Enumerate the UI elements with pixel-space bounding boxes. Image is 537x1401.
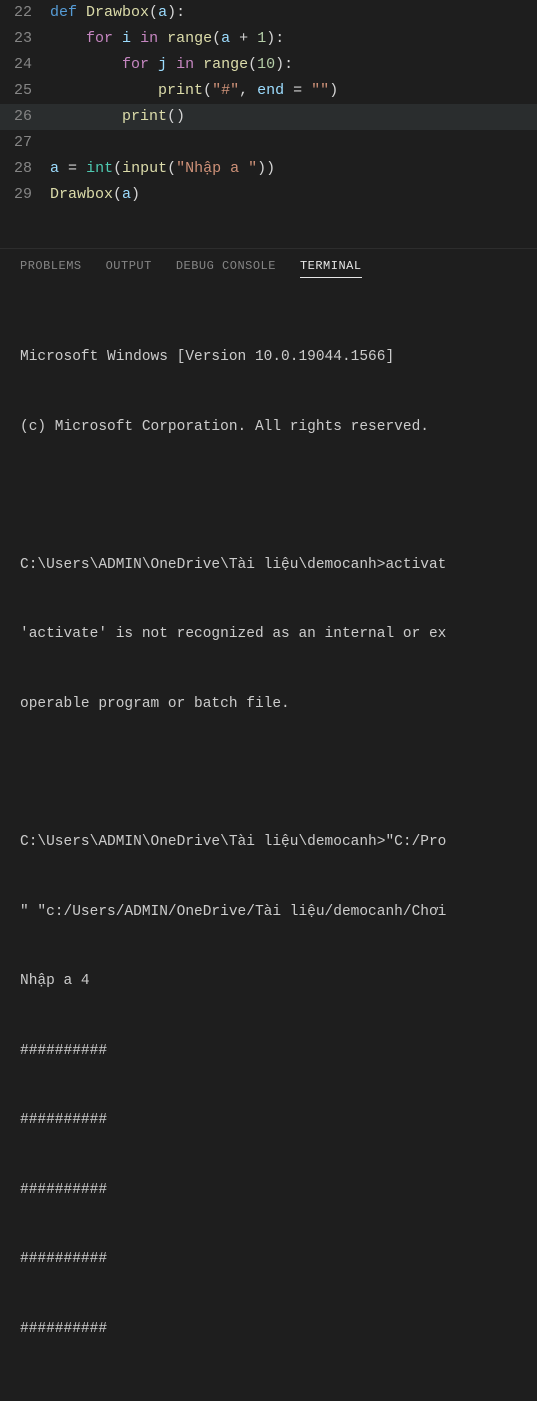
terminal-line: ########## [20, 1248, 517, 1271]
terminal-line: (c) Microsoft Corporation. All rights re… [20, 416, 517, 439]
code-editor[interactable]: 22 def Drawbox(a): 23 for i in range(a +… [0, 0, 537, 208]
code-content: print("#", end = "") [50, 78, 338, 104]
code-content: print() [50, 104, 185, 130]
tab-debug-console[interactable]: DEBUG CONSOLE [176, 259, 276, 278]
code-content: def Drawbox(a): [50, 0, 185, 26]
terminal-line [20, 763, 517, 785]
terminal-output[interactable]: Microsoft Windows [Version 10.0.19044.15… [0, 286, 537, 1401]
line-number: 27 [0, 130, 50, 156]
line-number: 29 [0, 182, 50, 208]
code-line[interactable]: 29 Drawbox(a) [0, 182, 537, 208]
terminal-line: " "c:/Users/ADMIN/OneDrive/Tài liệu/demo… [20, 901, 517, 924]
terminal-line [20, 486, 517, 508]
line-number: 25 [0, 78, 50, 104]
line-number: 26 [0, 104, 50, 130]
terminal-line: ########## [20, 1040, 517, 1063]
panel-tabs: PROBLEMS OUTPUT DEBUG CONSOLE TERMINAL [0, 249, 537, 286]
terminal-line: C:\Users\ADMIN\OneDrive\Tài liệu\democan… [20, 554, 517, 577]
code-line[interactable]: 24 for j in range(10): [0, 52, 537, 78]
terminal-line: ########## [20, 1318, 517, 1341]
tab-output[interactable]: OUTPUT [106, 259, 152, 278]
terminal-line: Microsoft Windows [Version 10.0.19044.15… [20, 346, 517, 369]
line-number: 24 [0, 52, 50, 78]
code-content: a = int(input("Nhập a ")) [50, 156, 275, 182]
tab-problems[interactable]: PROBLEMS [20, 259, 82, 278]
terminal-line: 'activate' is not recognized as an inter… [20, 623, 517, 646]
tab-terminal[interactable]: TERMINAL [300, 259, 362, 278]
bottom-panel: PROBLEMS OUTPUT DEBUG CONSOLE TERMINAL M… [0, 248, 537, 1401]
terminal-line: operable program or batch file. [20, 693, 517, 716]
code-line[interactable]: 26 print() [0, 104, 537, 130]
line-number: 23 [0, 26, 50, 52]
terminal-line: C:\Users\ADMIN\OneDrive\Tài liệu\democan… [20, 831, 517, 854]
line-number: 22 [0, 0, 50, 26]
terminal-line: ########## [20, 1109, 517, 1132]
code-content: for i in range(a + 1): [50, 26, 284, 52]
terminal-line: Nhập a 4 [20, 970, 517, 993]
code-line[interactable]: 25 print("#", end = "") [0, 78, 537, 104]
code-content: for j in range(10): [50, 52, 293, 78]
code-content: Drawbox(a) [50, 182, 140, 208]
code-line[interactable]: 27 [0, 130, 537, 156]
line-number: 28 [0, 156, 50, 182]
code-line[interactable]: 28 a = int(input("Nhập a ")) [0, 156, 537, 182]
code-line[interactable]: 23 for i in range(a + 1): [0, 26, 537, 52]
code-line[interactable]: 22 def Drawbox(a): [0, 0, 537, 26]
terminal-line: ########## [20, 1179, 517, 1202]
